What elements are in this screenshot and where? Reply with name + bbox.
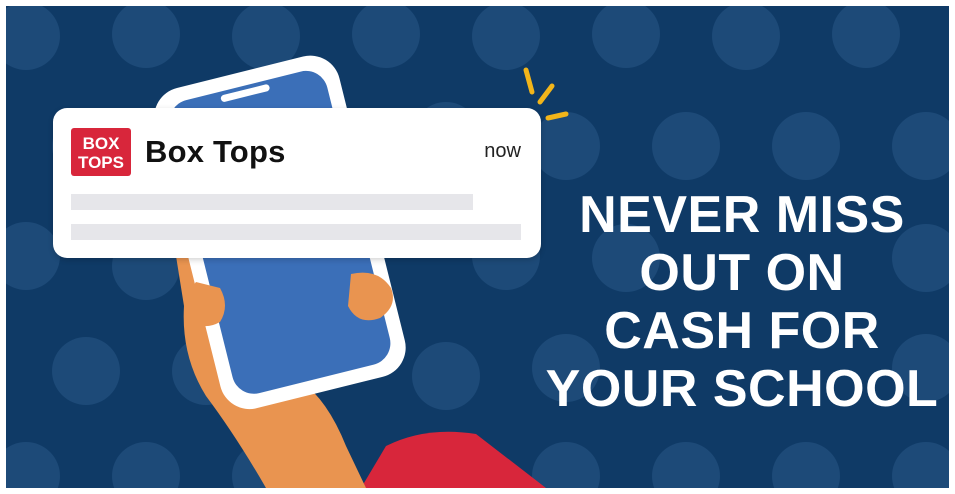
headline-line: CASH FOR — [604, 302, 880, 360]
logo-text-top: BOX — [83, 134, 121, 153]
headline-line: OUT ON — [639, 244, 845, 302]
push-notification-card[interactable]: BOX TOPS Box Tops now — [53, 108, 541, 258]
logo-text-bottom: TOPS — [78, 153, 124, 172]
box-tops-logo: BOX TOPS — [71, 128, 131, 176]
headline: NEVER MISS OUT ON CASH FOR YOUR SCHOOL — [542, 186, 942, 418]
finger — [186, 282, 225, 327]
promo-banner: BOX TOPS Box Tops now NEVER MISS OUT ON … — [6, 6, 949, 488]
notification-app-name: Box Tops — [145, 134, 286, 169]
sleeve — [361, 431, 546, 488]
notification-placeholder-line — [71, 224, 521, 240]
headline-line: NEVER MISS — [579, 186, 905, 244]
notification-placeholder-line — [71, 194, 473, 210]
notification-timestamp: now — [484, 140, 521, 162]
headline-line: YOUR SCHOOL — [545, 360, 939, 418]
